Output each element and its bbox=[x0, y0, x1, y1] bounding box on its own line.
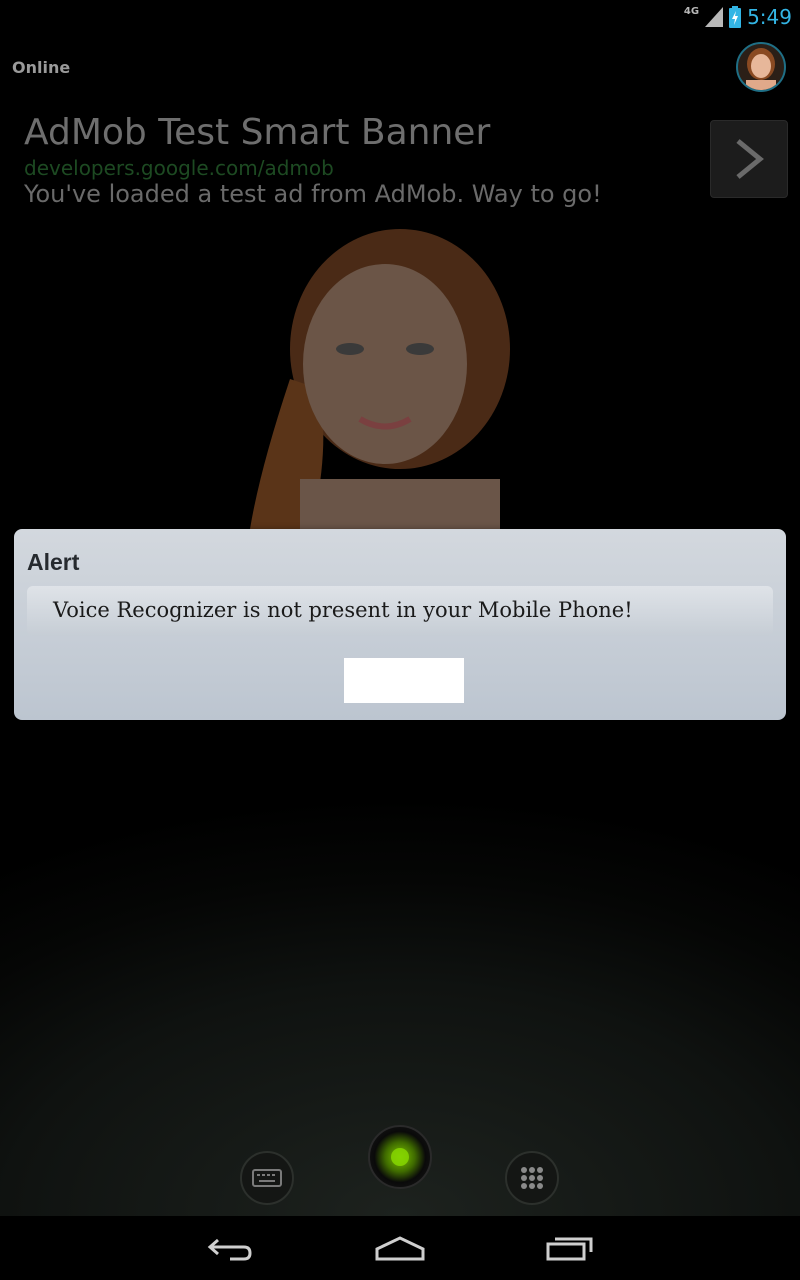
recent-apps-icon bbox=[546, 1237, 593, 1261]
dialog-ok-button[interactable] bbox=[344, 658, 464, 703]
back-icon bbox=[207, 1238, 252, 1261]
network-type: 4G bbox=[683, 5, 700, 17]
status-bar: 4G 5:49 bbox=[0, 0, 800, 34]
recent-apps-button[interactable] bbox=[540, 1228, 600, 1268]
battery-charging-icon bbox=[729, 6, 742, 28]
alert-dialog: Alert Voice Recognizer is not present in… bbox=[14, 529, 786, 720]
home-icon bbox=[375, 1236, 425, 1261]
back-button[interactable] bbox=[200, 1228, 260, 1268]
mic-icon bbox=[391, 1148, 409, 1166]
keyboard-button[interactable] bbox=[240, 1151, 294, 1205]
home-button[interactable] bbox=[370, 1228, 430, 1268]
app-grid-icon bbox=[521, 1167, 543, 1189]
signal-icon bbox=[705, 7, 724, 27]
keyboard-icon bbox=[252, 1169, 282, 1187]
dialog-title: Alert bbox=[27, 549, 80, 575]
status-indicators: 4G 5:49 bbox=[684, 4, 792, 30]
clock: 5:49 bbox=[747, 5, 792, 29]
mic-button[interactable] bbox=[368, 1125, 432, 1189]
dialog-message-box: Voice Recognizer is not present in your … bbox=[27, 586, 773, 636]
navigation-bar bbox=[0, 1216, 800, 1280]
dialog-message: Voice Recognizer is not present in your … bbox=[53, 598, 633, 622]
app-grid-button[interactable] bbox=[505, 1151, 559, 1205]
